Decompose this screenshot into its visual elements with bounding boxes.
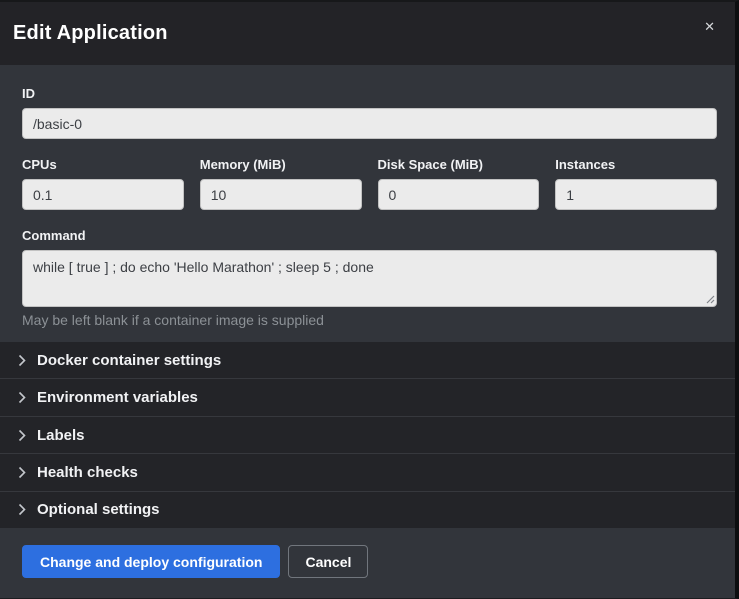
id-label: ID bbox=[22, 86, 717, 101]
change-and-deploy-button[interactable]: Change and deploy configuration bbox=[22, 545, 280, 578]
instances-field-group: Instances bbox=[555, 157, 717, 210]
close-button[interactable]: ✕ bbox=[700, 16, 719, 37]
section-label: Health checks bbox=[37, 464, 138, 481]
chevron-right-icon bbox=[18, 466, 26, 479]
collapsible-sections: Docker container settings Environment va… bbox=[0, 342, 735, 528]
id-field-group: ID bbox=[22, 86, 717, 139]
instances-input[interactable] bbox=[555, 179, 717, 210]
disk-field-group: Disk Space (MiB) bbox=[378, 157, 540, 210]
cancel-button[interactable]: Cancel bbox=[288, 545, 368, 578]
command-field-group: Command while [ true ] ; do echo 'Hello … bbox=[22, 228, 717, 328]
section-environment-variables[interactable]: Environment variables bbox=[0, 379, 735, 416]
chevron-right-icon bbox=[18, 391, 26, 404]
edit-application-modal: Edit Application ✕ ID CPUs Memory (MiB) … bbox=[0, 0, 739, 599]
section-label: Optional settings bbox=[37, 501, 160, 518]
page-title: Edit Application bbox=[13, 22, 168, 45]
memory-label: Memory (MiB) bbox=[200, 157, 362, 172]
cpus-input[interactable] bbox=[22, 179, 184, 210]
memory-input[interactable] bbox=[200, 179, 362, 210]
id-input[interactable] bbox=[22, 108, 717, 139]
command-help-text: May be left blank if a container image i… bbox=[22, 312, 717, 328]
section-label: Environment variables bbox=[37, 389, 198, 406]
resources-row: CPUs Memory (MiB) Disk Space (MiB) Insta… bbox=[22, 157, 717, 210]
resize-handle-icon[interactable] bbox=[706, 295, 715, 304]
section-labels[interactable]: Labels bbox=[0, 417, 735, 454]
instances-label: Instances bbox=[555, 157, 717, 172]
chevron-right-icon bbox=[18, 354, 26, 367]
memory-field-group: Memory (MiB) bbox=[200, 157, 362, 210]
cpus-field-group: CPUs bbox=[22, 157, 184, 210]
section-label: Labels bbox=[37, 427, 85, 444]
chevron-right-icon bbox=[18, 503, 26, 516]
command-textarea-wrap: while [ true ] ; do echo 'Hello Marathon… bbox=[22, 250, 717, 307]
command-label: Command bbox=[22, 228, 717, 243]
modal-header: Edit Application ✕ bbox=[0, 2, 735, 65]
section-label: Docker container settings bbox=[37, 352, 221, 369]
chevron-right-icon bbox=[18, 429, 26, 442]
disk-space-label: Disk Space (MiB) bbox=[378, 157, 540, 172]
modal-footer: Change and deploy configuration Cancel bbox=[0, 528, 735, 598]
section-health-checks[interactable]: Health checks bbox=[0, 454, 735, 491]
edit-application-form: ID CPUs Memory (MiB) Disk Space (MiB) In… bbox=[0, 65, 735, 342]
command-textarea[interactable]: while [ true ] ; do echo 'Hello Marathon… bbox=[22, 250, 717, 307]
close-icon: ✕ bbox=[704, 19, 715, 34]
disk-space-input[interactable] bbox=[378, 179, 540, 210]
cpus-label: CPUs bbox=[22, 157, 184, 172]
section-optional-settings[interactable]: Optional settings bbox=[0, 492, 735, 528]
section-docker-container-settings[interactable]: Docker container settings bbox=[0, 342, 735, 379]
